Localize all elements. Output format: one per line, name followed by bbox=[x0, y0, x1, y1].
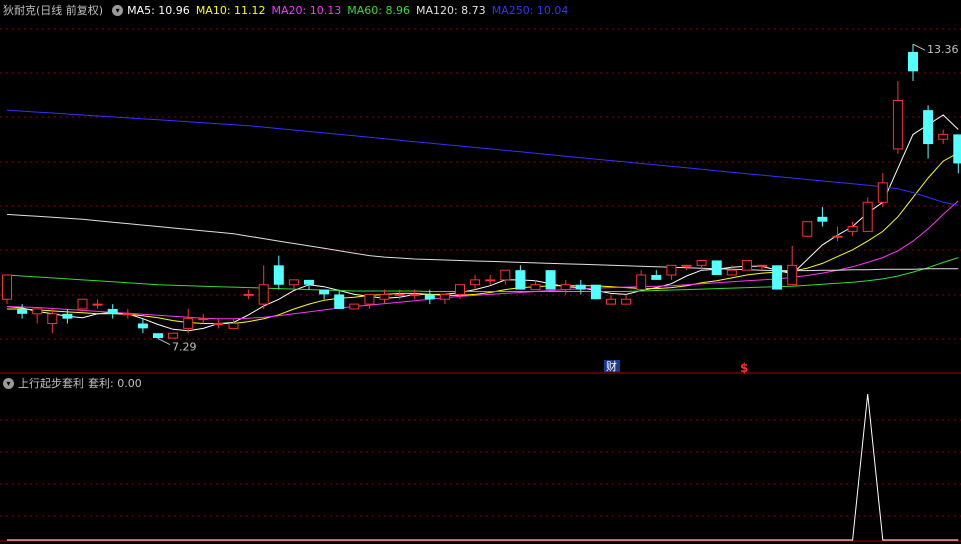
candle-body bbox=[545, 270, 556, 290]
candle-body bbox=[364, 293, 375, 305]
stock-title[interactable]: 狄耐克(日线 前复权) bbox=[3, 2, 103, 18]
candle-body bbox=[77, 298, 88, 310]
candle-body bbox=[741, 259, 752, 271]
candle-body bbox=[938, 133, 949, 140]
candle-body bbox=[228, 323, 239, 329]
stock-chart[interactable]: 13.36 7.29 财 $ bbox=[0, 0, 961, 544]
candle-body bbox=[122, 313, 133, 316]
candle-body bbox=[575, 284, 586, 290]
candle-body bbox=[953, 134, 961, 164]
candle-body bbox=[923, 110, 934, 145]
candle-body bbox=[651, 275, 662, 280]
candle-body bbox=[757, 264, 767, 267]
candle-body bbox=[394, 293, 405, 296]
candle-body bbox=[424, 294, 435, 300]
candle-body bbox=[273, 265, 284, 285]
candle-body bbox=[168, 332, 179, 339]
finance-event-label: 财 bbox=[606, 359, 617, 373]
candle-body bbox=[334, 294, 345, 309]
indicator-name[interactable]: 上行起步套利 bbox=[18, 375, 84, 391]
high-marker-line bbox=[912, 43, 926, 51]
candle-body bbox=[153, 333, 163, 339]
candle-body bbox=[17, 308, 28, 314]
ma60-label: MA60: 8.96 bbox=[347, 3, 410, 17]
candle-body bbox=[590, 284, 601, 300]
ma120-line bbox=[6, 213, 959, 272]
chevron-down-icon[interactable]: ▾ bbox=[3, 377, 14, 389]
candle-body bbox=[847, 226, 858, 232]
candle-body bbox=[2, 274, 12, 300]
candle-body bbox=[711, 260, 722, 276]
dividend-event-marker: $ bbox=[740, 361, 748, 375]
high-price-label: 13.36 bbox=[927, 43, 959, 56]
candle-body bbox=[243, 293, 254, 296]
candle-body bbox=[198, 318, 209, 321]
candle-body bbox=[515, 270, 526, 290]
ma20-line bbox=[6, 200, 959, 320]
ma5-line bbox=[6, 114, 959, 332]
candle-body bbox=[183, 318, 194, 329]
candle-body bbox=[258, 284, 269, 305]
candle-body bbox=[213, 323, 224, 326]
candle-body bbox=[349, 303, 360, 310]
indicator-value: 套利: 0.00 bbox=[88, 377, 142, 390]
candle-body bbox=[455, 284, 465, 295]
candle-body bbox=[621, 298, 632, 305]
candle-body bbox=[288, 279, 299, 286]
candle-body bbox=[892, 99, 903, 150]
candle-body bbox=[92, 303, 103, 306]
candle-body bbox=[32, 308, 43, 315]
candle-body bbox=[681, 264, 692, 267]
indicator-legend: ▾ 上行起步套利 套利: 0.00 bbox=[0, 374, 148, 392]
candle-body bbox=[439, 293, 450, 300]
candle-body bbox=[500, 269, 511, 281]
ma10-label: MA10: 11.12 bbox=[195, 3, 266, 17]
candle-body bbox=[862, 201, 873, 232]
ma120-label: MA120: 8.73 bbox=[415, 3, 486, 17]
candle-body bbox=[62, 313, 73, 319]
signal-line bbox=[7, 393, 959, 541]
candle-body bbox=[560, 284, 571, 291]
low-price-label: 7.29 bbox=[172, 341, 197, 354]
candle-body bbox=[832, 235, 843, 238]
ma20-label: MA20: 10.13 bbox=[271, 3, 342, 17]
candle-body bbox=[802, 221, 813, 237]
chevron-down-icon[interactable]: ▾ bbox=[112, 4, 124, 16]
ma10-line bbox=[7, 152, 959, 324]
candle-body bbox=[304, 279, 314, 285]
candle-body bbox=[409, 293, 420, 296]
candle-body bbox=[726, 269, 737, 276]
candle-body bbox=[908, 51, 918, 72]
candle-body bbox=[606, 298, 616, 305]
candle-body bbox=[530, 284, 541, 291]
candle-body bbox=[877, 182, 888, 203]
candle-body bbox=[696, 259, 707, 266]
candle-body bbox=[47, 313, 58, 325]
candle-body bbox=[817, 216, 828, 222]
candle-body bbox=[787, 264, 798, 286]
candle-body bbox=[636, 274, 647, 291]
ma5-label: MA5: 10.96 bbox=[127, 3, 190, 17]
candle-body bbox=[772, 265, 783, 290]
candle-body bbox=[470, 279, 481, 286]
candle-body bbox=[379, 293, 390, 300]
candle-body bbox=[107, 308, 118, 314]
candle-body bbox=[666, 264, 677, 276]
candle-body bbox=[319, 289, 330, 295]
price-legend: 狄耐克(日线 前复权) ▾ MA5: 10.96 MA10: 11.12 MA2… bbox=[0, 1, 574, 19]
ma250-label: MA250: 10.04 bbox=[491, 3, 569, 17]
candle-body bbox=[137, 323, 148, 329]
candle-body bbox=[485, 279, 496, 282]
ma250-line bbox=[6, 109, 959, 206]
